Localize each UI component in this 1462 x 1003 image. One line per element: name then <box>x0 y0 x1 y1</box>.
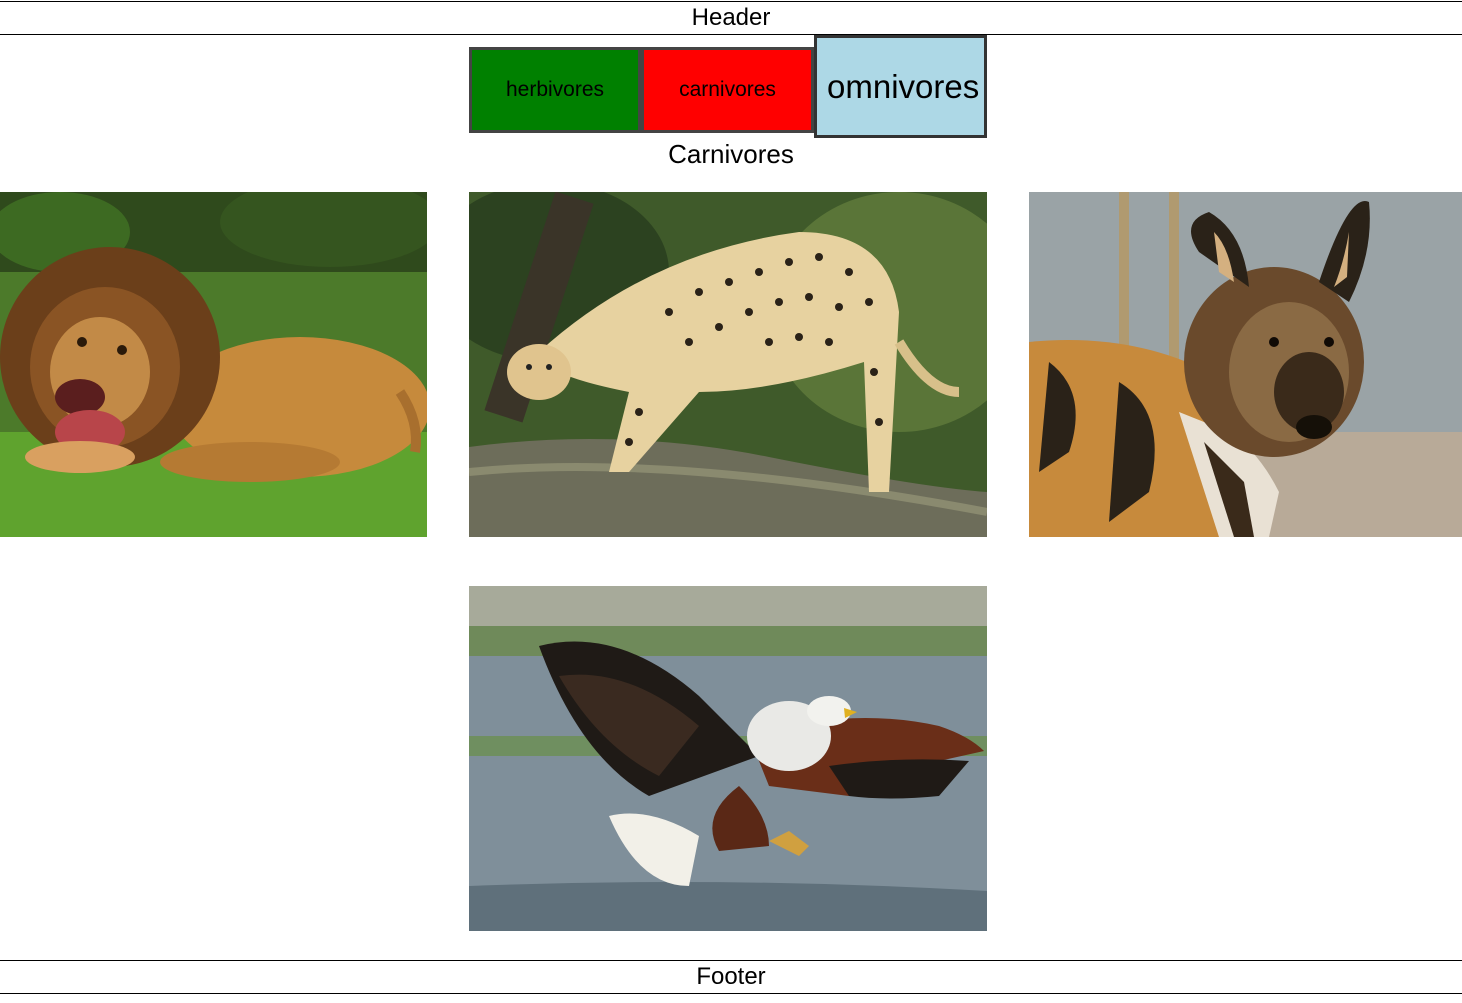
cheetah-photo <box>469 192 987 537</box>
omnivores-tab[interactable]: omnivores <box>814 35 987 138</box>
fish-eagle-photo <box>469 586 987 931</box>
herbivores-tab[interactable]: herbivores <box>469 47 641 133</box>
section-title: Carnivores <box>668 139 794 169</box>
lion-photo <box>0 192 427 537</box>
category-tabs: herbivores carnivores omnivores <box>469 35 987 138</box>
page-header: Header <box>0 1 1462 35</box>
carnivores-tab[interactable]: carnivores <box>641 47 814 133</box>
page: Header herbivores carnivores omnivores C… <box>0 0 1462 1003</box>
page-footer: Footer <box>0 960 1462 994</box>
wild-dog-photo <box>1029 192 1462 537</box>
